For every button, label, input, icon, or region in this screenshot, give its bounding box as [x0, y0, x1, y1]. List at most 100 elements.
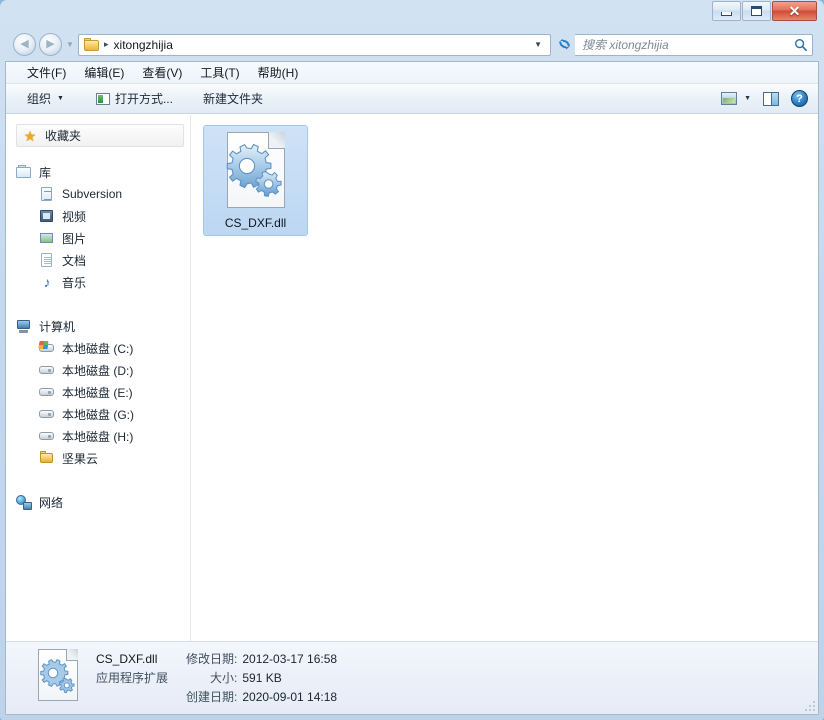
sidebar-label-network: 网络 [39, 495, 64, 510]
sidebar-item-libraries[interactable]: 库 [6, 161, 190, 183]
search-icon [794, 38, 808, 51]
sidebar-item-nutstore[interactable]: 坚果云 [6, 447, 190, 469]
details-file-name: CS_DXF.dll [96, 651, 158, 666]
menu-edit[interactable]: 编辑(E) [75, 62, 133, 83]
file-name-label: CS_DXF.dll [224, 216, 287, 230]
sidebar-item-drive-g[interactable]: 本地磁盘 (G:) [6, 403, 190, 425]
drive-icon [39, 362, 55, 378]
minimize-button[interactable] [712, 1, 741, 21]
sidebar-label-nutstore: 坚果云 [62, 451, 99, 466]
recent-locations-dropdown[interactable]: ▼ [63, 40, 77, 49]
organize-label: 组织 [27, 92, 52, 106]
help-button[interactable]: ? [791, 90, 808, 107]
maximize-button[interactable] [742, 1, 771, 21]
subversion-icon [39, 186, 55, 202]
network-icon [16, 494, 32, 510]
sidebar-item-pictures[interactable]: 图片 [6, 227, 190, 249]
sidebar-label-videos: 视频 [62, 209, 87, 224]
details-spacer [96, 688, 186, 707]
chevron-down-icon[interactable]: ▼ [737, 95, 760, 102]
file-list-pane[interactable]: CS_DXF.dll [191, 115, 818, 641]
chevron-down-icon[interactable]: ▼ [529, 40, 547, 49]
sidebar-label-drive-c: 本地磁盘 (C:) [62, 341, 134, 356]
new-folder-label: 新建文件夹 [202, 92, 263, 106]
folder-icon [84, 38, 99, 51]
sidebar-item-drive-c[interactable]: 本地磁盘 (C:) [6, 337, 190, 359]
star-icon: ★ [23, 127, 37, 144]
details-size-value: 591 KB [242, 670, 282, 685]
details-modified-label: 修改日期: [186, 651, 238, 666]
details-file-type: 应用程序扩展 [96, 670, 169, 685]
details-modified-value: 2012-03-17 16:58 [242, 651, 338, 666]
help-glyph: ? [796, 92, 803, 105]
dll-gear-icon [221, 132, 291, 210]
sidebar-item-drive-e[interactable]: 本地磁盘 (E:) [6, 381, 190, 403]
program-icon [95, 92, 110, 105]
drive-icon [39, 428, 55, 444]
details-size-label: 大小: [210, 670, 238, 685]
preview-pane-toggle[interactable] [763, 91, 779, 106]
menu-file[interactable]: 文件(F) [18, 62, 75, 83]
menu-help[interactable]: 帮助(H) [249, 62, 308, 83]
sidebar-item-documents[interactable]: 文档 [6, 249, 190, 271]
navigation-pane[interactable]: ★ 收藏夹 库 Subversion 视频 图片 文档 ♪ 音乐 计算机 本地磁… [6, 115, 191, 641]
refresh-button[interactable] [553, 34, 575, 56]
video-icon [39, 208, 55, 224]
gear-glyph-small [40, 659, 75, 694]
explorer-window: ✕ ◀ ▶ ▼ ▸ xitongzhijia ▼ 搜索 xitongzhijia… [0, 0, 824, 720]
menu-tools[interactable]: 工具(T) [191, 62, 248, 83]
file-item-cs-dxf-dll[interactable]: CS_DXF.dll [203, 125, 308, 236]
sidebar-label-pictures: 图片 [62, 231, 87, 246]
title-bar: ✕ [5, 0, 819, 28]
document-icon [39, 252, 55, 268]
details-created-label: 创建日期: [186, 689, 238, 704]
details-text-group: CS_DXF.dll 修改日期: 2012-03-17 16:58 应用程序扩展… [96, 650, 337, 707]
window-controls: ✕ [711, 1, 817, 21]
sidebar-label-drive-e: 本地磁盘 (E:) [62, 385, 133, 400]
menu-bar: 文件(F) 编辑(E) 查看(V) 工具(T) 帮助(H) [6, 62, 818, 84]
forward-button[interactable]: ▶ [39, 33, 62, 56]
resize-grip[interactable] [804, 700, 816, 712]
details-pane: CS_DXF.dll 修改日期: 2012-03-17 16:58 应用程序扩展… [6, 641, 818, 714]
new-folder-button[interactable]: 新建文件夹 [196, 87, 270, 110]
menu-view[interactable]: 查看(V) [133, 62, 191, 83]
sidebar-label-computer: 计算机 [39, 319, 76, 334]
sidebar-item-videos[interactable]: 视频 [6, 205, 190, 227]
drive-icon [39, 384, 55, 400]
change-view-icon[interactable] [721, 92, 738, 105]
folder-icon [39, 450, 55, 466]
maximize-icon [751, 6, 762, 16]
toolbar-right-group: ▼ ? [721, 90, 812, 107]
details-line-size: 应用程序扩展 大小: 591 KB [96, 669, 337, 688]
sidebar-item-music[interactable]: ♪ 音乐 [6, 271, 190, 293]
open-with-button[interactable]: 打开方式... [89, 87, 180, 110]
sidebar-item-drive-d[interactable]: 本地磁盘 (D:) [6, 359, 190, 381]
close-button[interactable]: ✕ [772, 1, 817, 21]
library-icon [16, 164, 32, 180]
picture-icon [39, 230, 55, 246]
chevron-down-icon: ▼ [57, 95, 64, 102]
breadcrumb-current-folder[interactable]: xitongzhijia [114, 38, 173, 52]
search-box[interactable]: 搜索 xitongzhijia [575, 33, 813, 56]
sidebar-item-favorites[interactable]: ★ 收藏夹 [16, 124, 184, 147]
sidebar-item-drive-h[interactable]: 本地磁盘 (H:) [6, 425, 190, 447]
search-input[interactable]: 搜索 xitongzhijia [582, 36, 794, 53]
sidebar-label-subversion: Subversion [62, 187, 123, 201]
back-button[interactable]: ◀ [13, 33, 36, 56]
computer-icon [16, 318, 32, 334]
address-bar[interactable]: ▸ xitongzhijia ▼ [78, 33, 551, 56]
sidebar-label-drive-d: 本地磁盘 (D:) [62, 363, 134, 378]
close-icon: ✕ [788, 3, 801, 19]
sidebar-item-network[interactable]: 网络 [6, 491, 190, 513]
client-area: 文件(F) 编辑(E) 查看(V) 工具(T) 帮助(H) 组织 ▼ 打开方式.… [5, 61, 819, 715]
organize-button[interactable]: 组织 ▼ [20, 87, 71, 110]
refresh-icon [558, 39, 570, 50]
address-row: ◀ ▶ ▼ ▸ xitongzhijia ▼ 搜索 xitongzhijia [5, 28, 819, 61]
sidebar-item-computer[interactable]: 计算机 [6, 315, 190, 337]
details-line-modified: CS_DXF.dll 修改日期: 2012-03-17 16:58 [96, 650, 337, 669]
sidebar-item-subversion[interactable]: Subversion [6, 183, 190, 205]
drive-icon [39, 406, 55, 422]
